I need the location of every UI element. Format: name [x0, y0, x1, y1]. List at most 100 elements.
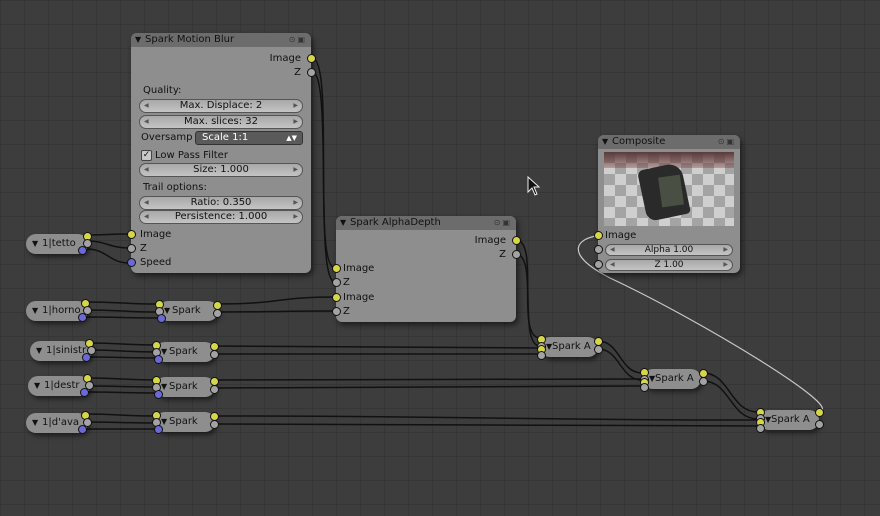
- increment-arrow-icon[interactable]: ▶: [293, 211, 298, 223]
- node-header[interactable]: ▼ Composite ⊙▣: [598, 135, 740, 149]
- link-horno-spark-1: [85, 301, 159, 305]
- decrement-arrow-icon[interactable]: ◀: [610, 260, 615, 270]
- input-z-socket[interactable]: [594, 260, 603, 269]
- node-header[interactable]: ▼ Spark Motion Blur ⊙▣: [131, 33, 311, 47]
- output-vector-socket[interactable]: [82, 353, 91, 362]
- input-image-label: Image: [605, 230, 637, 241]
- increment-arrow-icon[interactable]: ▶: [293, 164, 298, 176]
- link-spark4-z: [213, 423, 759, 427]
- output-z-socket[interactable]: [307, 68, 316, 77]
- size-field[interactable]: ◀ Size: 1.000 ▶: [139, 163, 303, 177]
- input-image-label: Image: [343, 263, 375, 274]
- input-z-socket[interactable]: [127, 244, 136, 253]
- spark-node-2[interactable]: ▼ Spark: [152, 341, 219, 364]
- output-z-socket[interactable]: [210, 385, 219, 394]
- output-z-socket[interactable]: [512, 250, 521, 259]
- persistence-field[interactable]: ◀ Persistence: 1.000 ▶: [139, 210, 303, 224]
- spark-node-4[interactable]: ▼ Spark: [152, 411, 219, 434]
- input-image-socket[interactable]: [332, 264, 341, 273]
- link-destr-spark-1: [87, 377, 156, 381]
- render-layer-node-sinistr[interactable]: ▼ 1|sinistr: [30, 339, 96, 362]
- max-displace-field[interactable]: ◀ Max. Displace: 2 ▶: [139, 99, 303, 113]
- output-image-socket[interactable]: [512, 236, 521, 245]
- input-image-socket[interactable]: [127, 230, 136, 239]
- spark-node-1[interactable]: ▼ Spark: [155, 300, 222, 323]
- node-title: Spark Motion Blur: [145, 34, 235, 45]
- input-vector-socket[interactable]: [157, 314, 166, 323]
- spark-motion-blur-node[interactable]: ▼ Spark Motion Blur ⊙▣ Image Z Quality: …: [127, 33, 316, 273]
- input-alpha-socket[interactable]: [594, 245, 603, 254]
- link-destr-spark-3: [87, 391, 156, 394]
- input-speed-socket[interactable]: [127, 258, 136, 267]
- node-options-icon[interactable]: ⊙▣: [289, 33, 307, 47]
- input-z-socket[interactable]: [332, 278, 341, 287]
- link-dava-spark-1: [85, 413, 156, 417]
- output-z-socket[interactable]: [210, 420, 219, 429]
- output-vector-socket[interactable]: [78, 313, 87, 322]
- collapse-triangle-icon[interactable]: ▼: [602, 135, 608, 149]
- output-vector-socket[interactable]: [78, 246, 87, 255]
- collapse-triangle-icon[interactable]: ▼: [36, 341, 42, 361]
- oversamp-dropdown[interactable]: Scale 1:1 ▲▼: [195, 131, 303, 145]
- output-z-socket[interactable]: [594, 345, 603, 354]
- collapse-triangle-icon[interactable]: ▼: [32, 301, 38, 321]
- decrement-arrow-icon[interactable]: ◀: [610, 245, 615, 255]
- node-options-icon[interactable]: ⊙▣: [494, 216, 512, 230]
- output-image-label: Image: [269, 53, 301, 64]
- alpha-field[interactable]: ◀ Alpha 1.00 ▶: [605, 244, 733, 256]
- decrement-arrow-icon[interactable]: ◀: [144, 211, 149, 223]
- output-z-socket[interactable]: [210, 350, 219, 359]
- render-layer-node-horno[interactable]: ▼ 1|horno: [26, 299, 92, 322]
- link-mb-z: [311, 71, 336, 283]
- output-vector-socket[interactable]: [80, 388, 89, 397]
- collapse-triangle-icon[interactable]: ▼: [32, 234, 38, 254]
- input-image-socket[interactable]: [594, 231, 603, 240]
- spark-alphadepth-node[interactable]: ▼ Spark AlphaDepth ⊙▣ Image Z Image Z Im…: [332, 216, 521, 322]
- link-mb-image: [311, 57, 336, 269]
- spark-node-3[interactable]: ▼ Spark: [152, 376, 219, 399]
- link-sin-spark-2: [89, 349, 156, 353]
- node-options-icon[interactable]: ⊙▣: [718, 135, 736, 149]
- increment-arrow-icon[interactable]: ▶: [723, 245, 728, 255]
- decrement-arrow-icon[interactable]: ◀: [144, 164, 149, 176]
- output-z-socket[interactable]: [815, 420, 824, 429]
- link-tetto-image: [85, 233, 131, 236]
- decrement-arrow-icon[interactable]: ◀: [144, 100, 149, 112]
- collapse-triangle-icon[interactable]: ▼: [34, 376, 40, 396]
- input-vector-socket[interactable]: [154, 390, 163, 399]
- increment-arrow-icon[interactable]: ▶: [293, 116, 298, 128]
- output-image-socket[interactable]: [307, 54, 316, 63]
- output-z-socket[interactable]: [699, 377, 708, 386]
- increment-arrow-icon[interactable]: ▶: [723, 260, 728, 270]
- collapse-triangle-icon[interactable]: ▼: [32, 413, 38, 433]
- input-z-label: Z: [343, 306, 350, 317]
- output-vector-socket[interactable]: [78, 425, 87, 434]
- collapse-triangle-icon[interactable]: ▼: [340, 216, 346, 230]
- increment-arrow-icon[interactable]: ▶: [293, 100, 298, 112]
- render-layer-node-destr[interactable]: ▼ 1|destr: [28, 374, 94, 397]
- collapse-triangle-icon[interactable]: ▼: [135, 33, 141, 47]
- node-header[interactable]: ▼ Spark AlphaDepth ⊙▣: [336, 216, 516, 230]
- ratio-field[interactable]: ◀ Ratio: 0.350 ▶: [139, 196, 303, 210]
- spark-a-node-1[interactable]: ▼ Spark A: [537, 335, 603, 360]
- input-z-socket[interactable]: [537, 351, 546, 360]
- input-vector-socket[interactable]: [154, 355, 163, 364]
- render-layer-node-dava[interactable]: ▼ 1|d'ava: [26, 411, 92, 434]
- low-pass-filter-checkbox[interactable]: ✓: [141, 150, 152, 161]
- output-z-socket[interactable]: [213, 309, 222, 318]
- max-slices-field[interactable]: ◀ Max. slices: 32 ▶: [139, 115, 303, 129]
- z-field[interactable]: ◀ Z 1.00 ▶: [605, 259, 733, 271]
- input-z-socket[interactable]: [756, 424, 765, 433]
- increment-arrow-icon[interactable]: ▶: [293, 197, 298, 209]
- input-vector-socket[interactable]: [154, 425, 163, 434]
- spark-a-node-3[interactable]: ▼ Spark A: [756, 408, 824, 433]
- input-image-socket[interactable]: [332, 293, 341, 302]
- output-image-socket[interactable]: [815, 408, 824, 417]
- decrement-arrow-icon[interactable]: ◀: [144, 116, 149, 128]
- spark-a-node-2[interactable]: ▼ Spark A: [640, 368, 708, 392]
- input-z-socket[interactable]: [332, 307, 341, 316]
- decrement-arrow-icon[interactable]: ◀: [144, 197, 149, 209]
- render-layer-node-tetto[interactable]: ▼ 1|tetto: [26, 232, 92, 255]
- composite-node[interactable]: ▼ Composite ⊙▣ Image ◀ Alpha 1.00 ▶ ◀ Z …: [594, 135, 740, 273]
- input-z-socket[interactable]: [640, 383, 649, 392]
